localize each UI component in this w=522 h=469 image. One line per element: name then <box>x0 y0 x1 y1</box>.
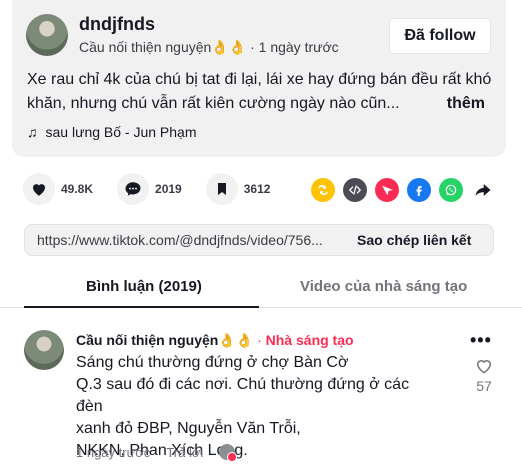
creator-liked-avatar <box>219 444 238 462</box>
tabs-bar: Bình luận (2019) Video của nhà sáng tạo <box>0 270 522 308</box>
share-arrow-icon[interactable] <box>471 178 495 202</box>
comment-line: Sáng chú thường đứng ở chợ Bàn Cờ <box>76 354 349 371</box>
bookmark-icon[interactable] <box>205 173 238 205</box>
facebook-icon[interactable] <box>407 178 431 202</box>
repost-icon[interactable] <box>311 178 335 202</box>
tab-comments[interactable]: Bình luận (2019) <box>86 278 202 295</box>
author-subline: Cầu nối thiện nguyện👌👌 · 1 ngày trước <box>79 39 339 56</box>
comment-icon[interactable] <box>117 173 150 205</box>
post-description: Xe rau chỉ 4k của chú bị tat đi lại, lái… <box>27 68 497 116</box>
author-avatar[interactable] <box>26 14 68 56</box>
comment-meta: 1 ngày trước Trả lời <box>76 444 238 462</box>
separator-dot: · <box>250 39 255 55</box>
author-display-name[interactable]: Cầu nối thiện nguyện👌👌 <box>79 39 246 55</box>
heart-icon[interactable] <box>23 173 55 205</box>
like-count: 49.8K <box>61 182 94 196</box>
tab-creator-videos[interactable]: Video của nhà sáng tạo <box>300 278 467 295</box>
comment-line: Q.3 sau đó đi các nơi. Chú thường đứng ở… <box>76 376 410 415</box>
follow-button[interactable]: Đã follow <box>389 18 491 54</box>
comment-like-count: 57 <box>476 378 492 394</box>
comment-more-button[interactable]: ••• <box>470 330 492 351</box>
music-link[interactable]: ♫ sau lưng Bố - Jun Phạm <box>27 124 197 140</box>
comment-count: 2019 <box>155 182 182 196</box>
active-tab-indicator <box>24 306 259 308</box>
send-icon[interactable] <box>375 178 399 202</box>
comment-time: 1 ngày trước <box>76 444 151 460</box>
creator-badge: Nhà sáng tạo <box>265 332 354 348</box>
description-text: Xe rau chỉ 4k của chú bị tat đi lại, lái… <box>27 71 492 112</box>
comment-avatar[interactable] <box>24 330 64 370</box>
copy-link-button[interactable]: Sao chép liên kết <box>349 232 471 248</box>
share-icons <box>311 178 495 202</box>
heart-outline-icon[interactable] <box>474 356 494 376</box>
comment-line: xanh đỏ ĐBP, Nguyễn Văn Trỗi, <box>76 420 301 437</box>
action-bar: 49.8K 2019 3612 <box>23 173 294 205</box>
author-username[interactable]: dndjfnds <box>79 14 155 35</box>
badge-separator: · <box>257 332 262 348</box>
like-button[interactable]: 49.8K <box>23 173 93 205</box>
save-button[interactable]: 3612 <box>205 173 271 205</box>
comment-button[interactable]: 2019 <box>117 173 182 205</box>
music-note-icon: ♫ <box>27 124 38 140</box>
comment-author[interactable]: Cầu nối thiện nguyện👌👌 <box>76 332 253 348</box>
video-url[interactable]: https://www.tiktok.com/@dndjfnds/video/7… <box>25 232 349 248</box>
comment-like-button[interactable]: 57 <box>472 356 496 394</box>
whatsapp-icon[interactable] <box>439 178 463 202</box>
see-more-link[interactable]: thêm <box>447 92 485 116</box>
share-link-box: https://www.tiktok.com/@dndjfnds/video/7… <box>24 224 494 256</box>
comment-header: Cầu nối thiện nguyện👌👌 · Nhà sáng tạo <box>76 332 354 349</box>
post-time: 1 ngày trước <box>258 39 339 55</box>
save-count: 3612 <box>243 182 271 196</box>
music-title[interactable]: sau lưng Bố - Jun Phạm <box>46 124 197 140</box>
embed-icon[interactable] <box>343 178 367 202</box>
reply-button[interactable]: Trả lời <box>166 445 203 460</box>
